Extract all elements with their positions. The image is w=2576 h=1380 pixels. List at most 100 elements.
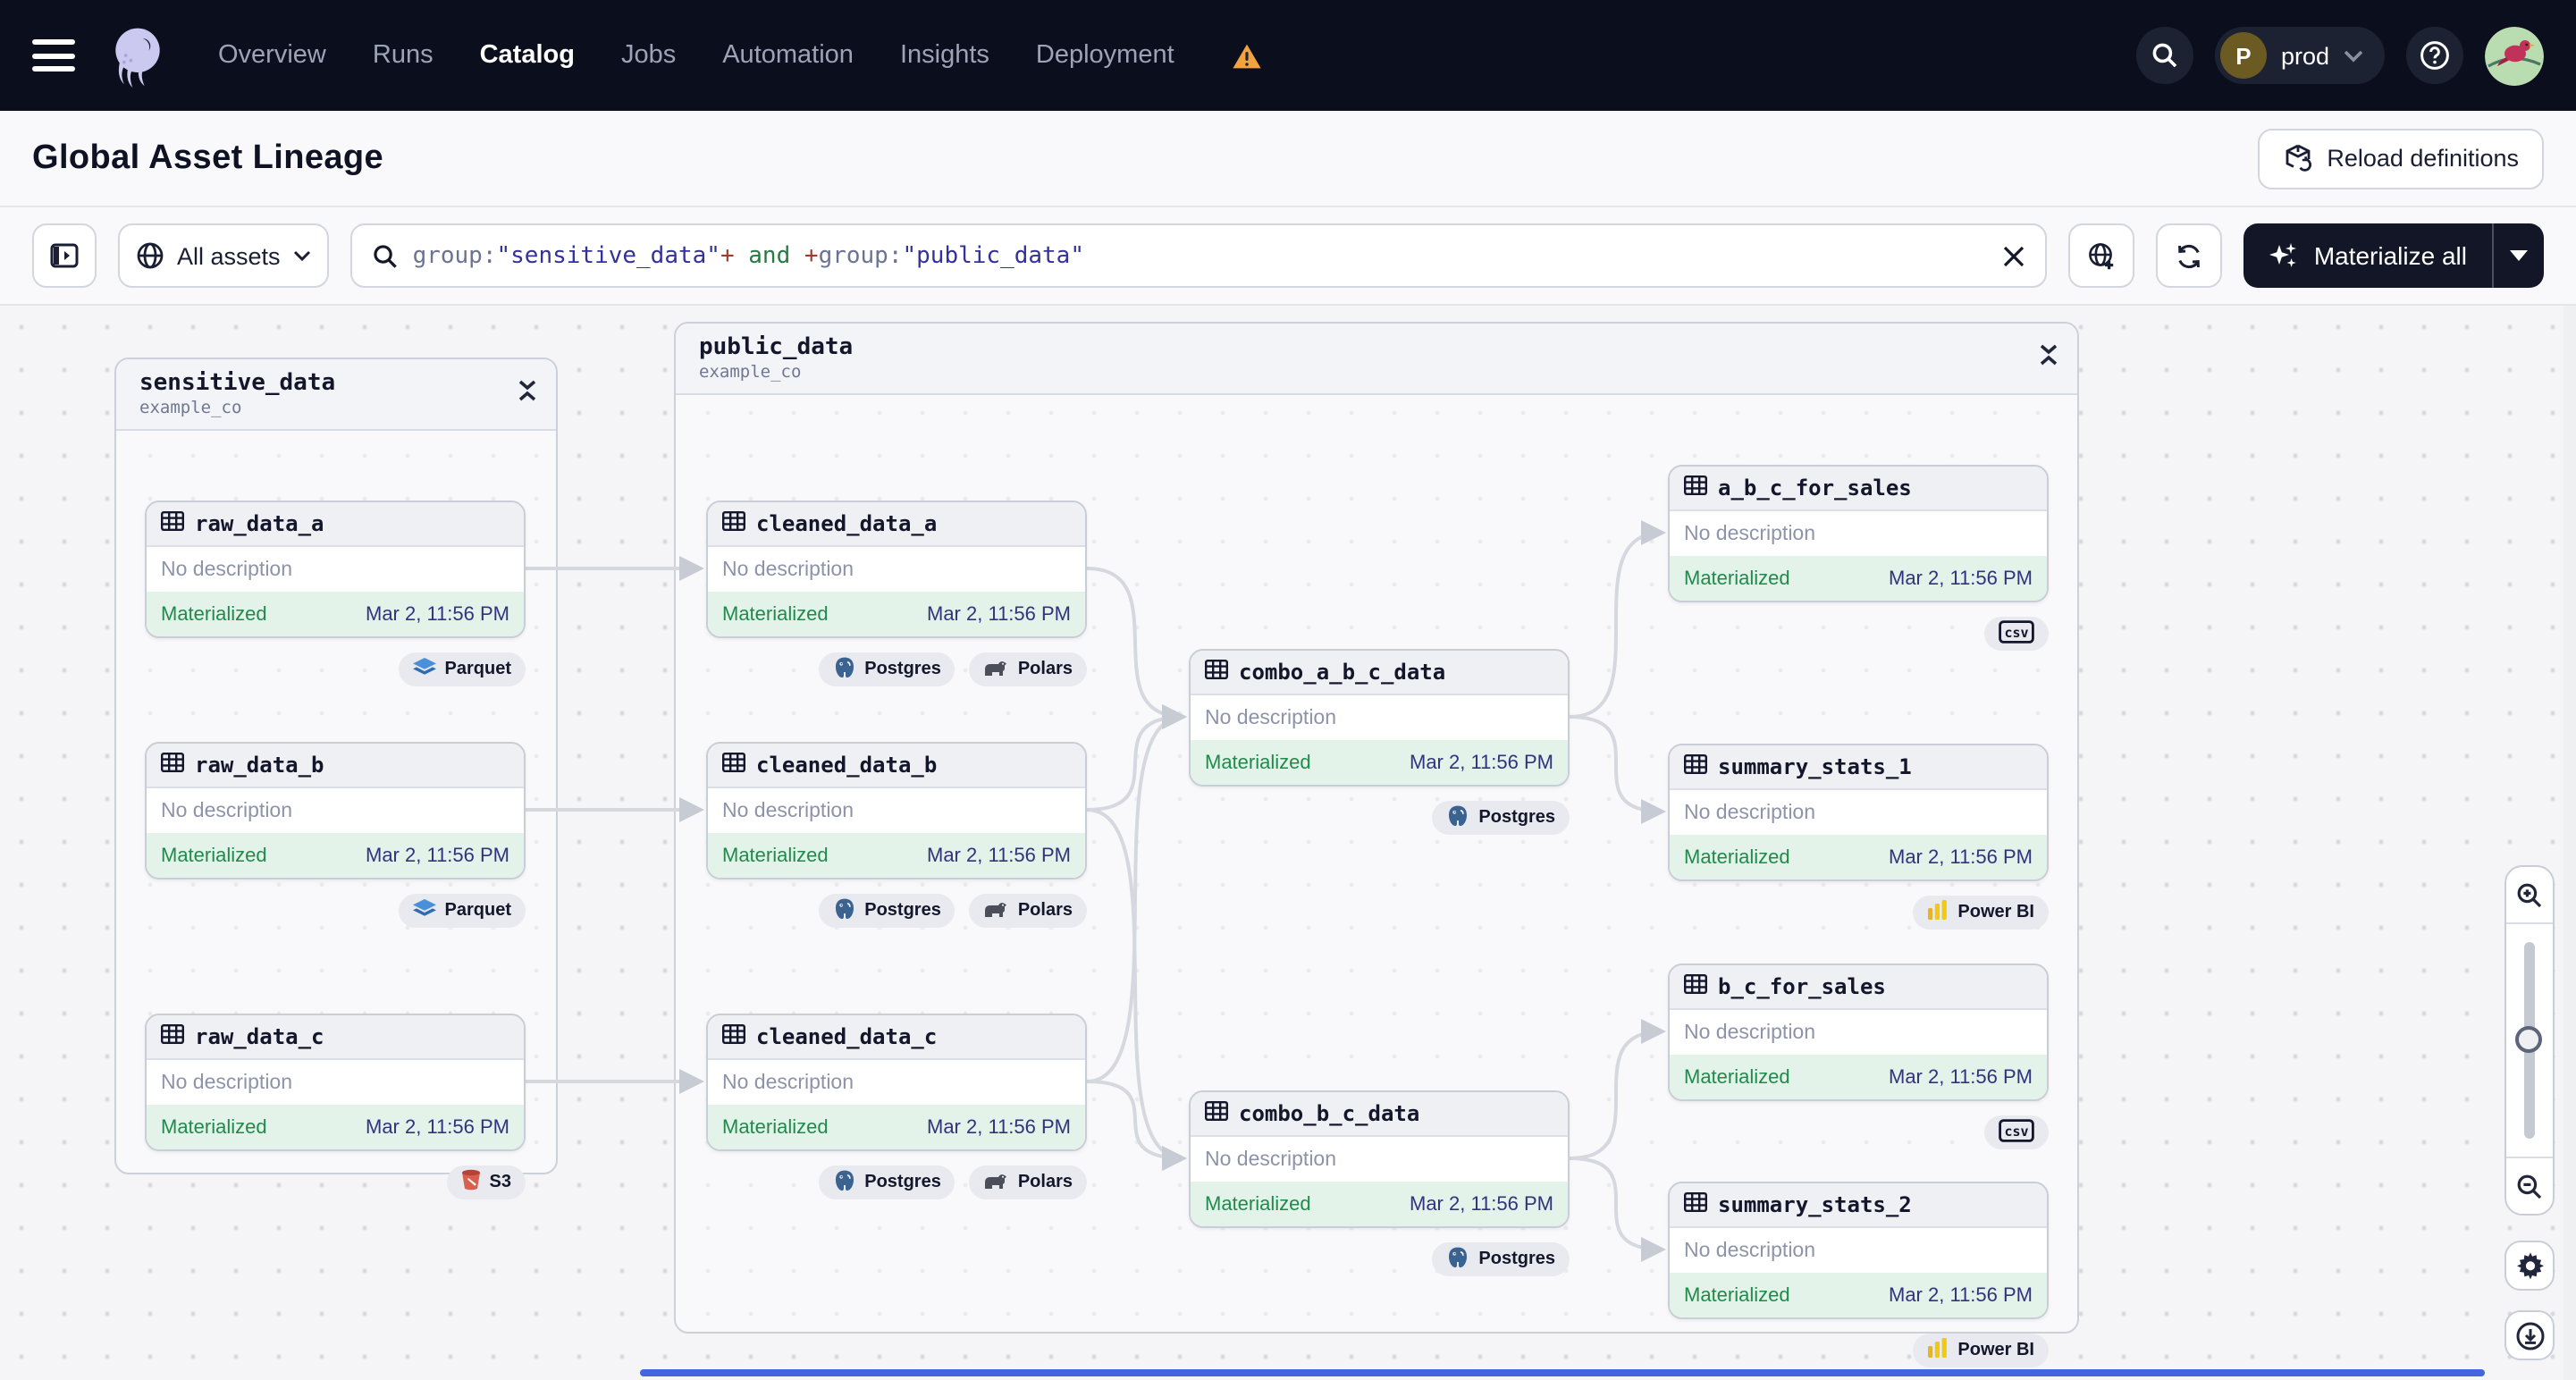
refresh-button[interactable] [2156, 223, 2223, 288]
nav-item-overview[interactable]: Overview [218, 41, 326, 70]
deployment-warning-icon[interactable] [1232, 42, 1262, 69]
postgres-icon [1446, 1245, 1469, 1274]
asset-scope-selector[interactable]: All assets [118, 223, 329, 288]
materialize-options-caret[interactable] [2494, 223, 2544, 288]
nav-item-jobs[interactable]: Jobs [621, 41, 676, 70]
group-name: public_data [699, 334, 854, 361]
table-icon [722, 511, 746, 536]
horizontal-scrollbar[interactable] [640, 1369, 2485, 1376]
tag-parquet[interactable]: Parquet [398, 652, 526, 686]
asset-node-combo_a_b_c_data[interactable]: combo_a_b_c_data No description Material… [1189, 649, 1570, 787]
asset-node-summary_stats_2[interactable]: summary_stats_2 No description Materiali… [1668, 1182, 2049, 1319]
zoom-in-button[interactable] [2506, 867, 2553, 924]
asset-description: No description [722, 559, 854, 580]
asset-node-header: cleaned_data_c [708, 1015, 1085, 1060]
group-header[interactable]: public_data example_co [676, 324, 2077, 395]
view-scope-button[interactable] [2068, 223, 2135, 288]
dagster-logo[interactable] [104, 21, 172, 89]
asset-timestamp[interactable]: Mar 2, 11:56 PM [1889, 568, 2033, 589]
tag-csv[interactable]: csv [1984, 617, 2049, 651]
tag-polars[interactable]: Polars [969, 652, 1087, 686]
asset-timestamp[interactable]: Mar 2, 11:56 PM [1410, 752, 1553, 773]
asset-node-combo_b_c_data[interactable]: combo_b_c_data No description Materializ… [1189, 1090, 1570, 1228]
menu-icon[interactable] [32, 39, 75, 72]
tag-label: S3 [489, 1173, 511, 1192]
group-header[interactable]: sensitive_data example_co [116, 359, 556, 431]
tag-csv[interactable]: csv [1984, 1115, 2049, 1149]
materialize-all-button[interactable]: Materialize all [2244, 223, 2492, 288]
materialize-all-split-button: Materialize all [2243, 223, 2544, 288]
asset-node-raw_data_a[interactable]: raw_data_a No description Materialized M… [145, 501, 526, 638]
zoom-slider[interactable] [2506, 924, 2553, 1157]
asset-timestamp[interactable]: Mar 2, 11:56 PM [366, 845, 509, 866]
asset-node-summary_stats_1[interactable]: summary_stats_1 No description Materiali… [1668, 744, 2049, 881]
asset-node-footer: Materialized Mar 2, 11:56 PM [1670, 556, 2047, 601]
asset-timestamp[interactable]: Mar 2, 11:56 PM [366, 1116, 509, 1138]
nav-item-runs[interactable]: Runs [373, 41, 434, 70]
asset-timestamp[interactable]: Mar 2, 11:56 PM [1889, 846, 2033, 868]
nav-item-automation[interactable]: Automation [722, 41, 854, 70]
asset-node-cleaned_data_c[interactable]: cleaned_data_c No description Materializ… [706, 1014, 1087, 1151]
help-icon[interactable] [2406, 27, 2463, 84]
tag-s3[interactable]: S3 [446, 1165, 526, 1199]
zoom-slider-thumb[interactable] [2515, 1026, 2542, 1053]
tag-polars[interactable]: Polars [969, 1165, 1087, 1199]
asset-node-footer: Materialized Mar 2, 11:56 PM [1191, 1182, 1568, 1226]
asset-node-footer: Materialized Mar 2, 11:56 PM [708, 833, 1085, 878]
asset-description: No description [1205, 1149, 1337, 1170]
table-icon [161, 1024, 185, 1049]
user-avatar[interactable] [2485, 26, 2544, 85]
nav-item-catalog[interactable]: Catalog [480, 41, 575, 70]
table-icon [722, 1024, 746, 1049]
nav-item-deployment[interactable]: Deployment [1036, 41, 1174, 70]
query-token: + [804, 242, 819, 269]
zoom-out-button[interactable] [2506, 1157, 2553, 1214]
toggle-sidebar-button[interactable] [32, 223, 97, 288]
tag-polars[interactable]: Polars [969, 894, 1087, 928]
table-icon [1205, 1101, 1229, 1126]
search-icon[interactable] [2135, 27, 2193, 84]
asset-timestamp[interactable]: Mar 2, 11:56 PM [1410, 1193, 1553, 1215]
asset-node-footer: Materialized Mar 2, 11:56 PM [1670, 1273, 2047, 1317]
tag-postgres[interactable]: Postgres [818, 1165, 955, 1199]
asset-timestamp[interactable]: Mar 2, 11:56 PM [1889, 1066, 2033, 1088]
tag-postgres[interactable]: Postgres [818, 652, 955, 686]
tag-parquet[interactable]: Parquet [398, 894, 526, 928]
asset-node-a_b_c_for_sales[interactable]: a_b_c_for_sales No description Materiali… [1668, 465, 2049, 602]
tag-label: Polars [1017, 901, 1073, 921]
tag-powerbi[interactable]: Power BI [1913, 896, 2049, 930]
asset-timestamp[interactable]: Mar 2, 11:56 PM [1889, 1284, 2033, 1306]
asset-name: combo_a_b_c_data [1239, 660, 1446, 685]
deployment-switcher[interactable]: P prod [2214, 27, 2385, 84]
clear-search-icon[interactable] [2003, 244, 2026, 267]
asset-name: cleaned_data_b [756, 753, 938, 778]
asset-timestamp[interactable]: Mar 2, 11:56 PM [366, 603, 509, 625]
asset-description: No description [1684, 802, 1816, 823]
asset-name: summary_stats_1 [1718, 754, 1912, 779]
tag-powerbi[interactable]: Power BI [1913, 1334, 2049, 1367]
asset-node-b_c_for_sales[interactable]: b_c_for_sales No description Materialize… [1668, 963, 2049, 1101]
settings-button[interactable] [2504, 1241, 2555, 1291]
tag-label: Power BI [1957, 1341, 2034, 1360]
vertical-scrollbar[interactable] [2563, 306, 2576, 1380]
asset-node-raw_data_b[interactable]: raw_data_b No description Materialized M… [145, 742, 526, 879]
asset-node-footer: Materialized Mar 2, 11:56 PM [147, 833, 524, 878]
tag-postgres[interactable]: Postgres [1432, 1242, 1570, 1276]
tag-postgres[interactable]: Postgres [818, 894, 955, 928]
asset-node-raw_data_c[interactable]: raw_data_c No description Materialized M… [145, 1014, 526, 1151]
download-button[interactable] [2504, 1310, 2555, 1360]
asset-timestamp[interactable]: Mar 2, 11:56 PM [927, 845, 1071, 866]
asset-node-cleaned_data_a[interactable]: cleaned_data_a No description Materializ… [706, 501, 1087, 638]
asset-tags: Parquet [145, 652, 526, 686]
asset-timestamp[interactable]: Mar 2, 11:56 PM [927, 1116, 1071, 1138]
asset-timestamp[interactable]: Mar 2, 11:56 PM [927, 603, 1071, 625]
collapse-group-icon[interactable] [2038, 332, 2059, 393]
asset-search-input[interactable]: group:"sensitive_data"+ and +group:"publ… [349, 223, 2048, 288]
lineage-canvas[interactable]: sensitive_data example_co public_data ex… [0, 306, 2576, 1380]
asset-node-header: summary_stats_1 [1670, 745, 2047, 790]
nav-item-insights[interactable]: Insights [900, 41, 989, 70]
asset-node-cleaned_data_b[interactable]: cleaned_data_b No description Materializ… [706, 742, 1087, 879]
collapse-group-icon[interactable] [517, 368, 538, 429]
reload-definitions-button[interactable]: Reload definitions [2257, 128, 2544, 189]
tag-postgres[interactable]: Postgres [1432, 801, 1570, 835]
